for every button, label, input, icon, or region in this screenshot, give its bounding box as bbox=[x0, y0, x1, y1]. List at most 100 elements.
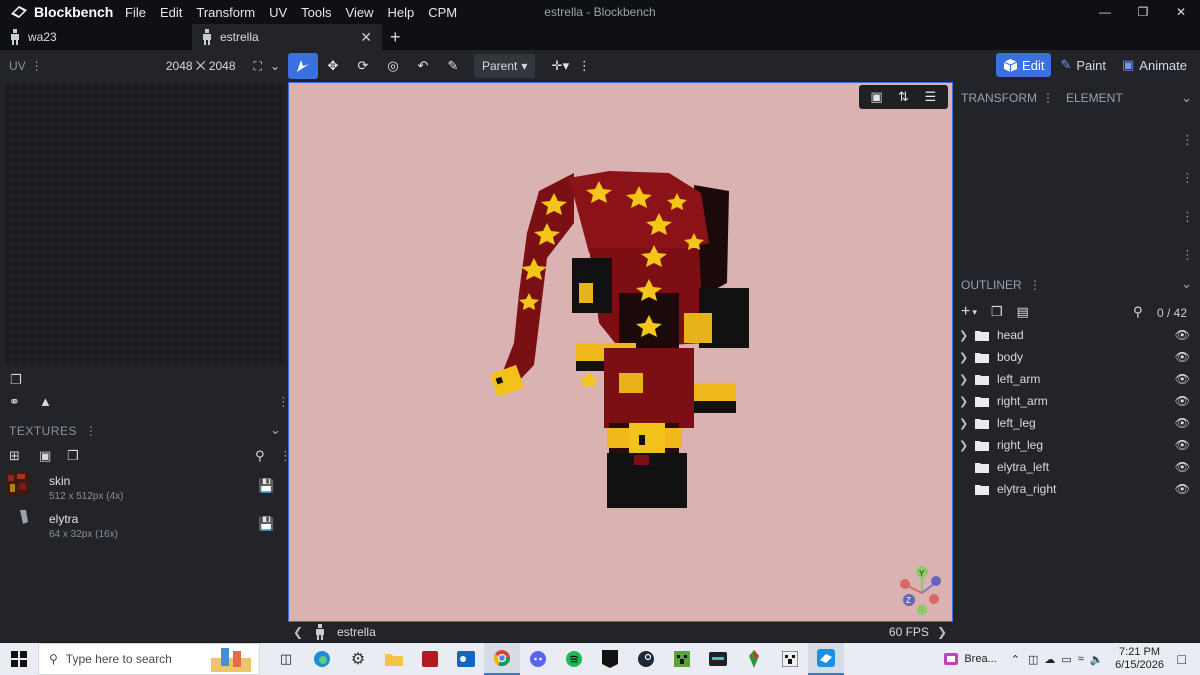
close-tab-icon[interactable]: ✕ bbox=[360, 29, 372, 46]
align-tool-button[interactable]: ✛▾ bbox=[543, 53, 577, 79]
chrome-icon[interactable] bbox=[484, 643, 520, 675]
texture-folder-icon[interactable]: ❒ bbox=[67, 448, 79, 464]
notifications-icon[interactable]: □ bbox=[1178, 651, 1186, 667]
eye-icon[interactable]: 👁 bbox=[1175, 350, 1190, 364]
terminal-app-icon[interactable] bbox=[700, 643, 736, 675]
panel-menu-icon[interactable]: ⋮ bbox=[1181, 132, 1194, 148]
task-view-icon[interactable]: ◫ bbox=[268, 643, 304, 675]
search-icon[interactable]: ⚲ bbox=[255, 448, 265, 464]
chevron-right-icon[interactable]: ❯ bbox=[937, 625, 947, 639]
vertex-snap-tool-button[interactable] bbox=[288, 53, 318, 79]
outliner-group-elytra-left[interactable]: elytra_left 👁 bbox=[953, 456, 1200, 478]
tab-element[interactable]: ELEMENT bbox=[1066, 91, 1123, 105]
outliner-menu-icon[interactable]: ⋮ bbox=[1029, 278, 1041, 292]
collapse-chevron-icon[interactable]: ⌄ bbox=[1181, 90, 1192, 106]
menu-tools[interactable]: Tools bbox=[294, 5, 338, 20]
import-texture-icon[interactable]: ▣ bbox=[39, 448, 51, 464]
tab-wa23[interactable]: wa23 bbox=[0, 24, 192, 50]
add-group-icon[interactable]: ❒ bbox=[991, 304, 1003, 320]
vertex-tool-button[interactable]: ↶ bbox=[408, 53, 438, 79]
edge-icon[interactable] bbox=[304, 643, 340, 675]
eye-icon[interactable]: 👁 bbox=[1175, 460, 1190, 474]
link-icon[interactable]: ⚭ bbox=[9, 394, 20, 410]
uv-menu-icon[interactable]: ⋮ bbox=[31, 59, 43, 73]
panel-menu-icon[interactable]: ⋮ bbox=[1181, 247, 1194, 263]
menu-view[interactable]: View bbox=[339, 5, 381, 20]
panel-menu-icon[interactable]: ⋮ bbox=[1181, 209, 1194, 225]
chevron-left-icon[interactable]: ❮ bbox=[293, 625, 303, 639]
clock[interactable]: 7:21 PM 6/15/2026 bbox=[1108, 646, 1172, 672]
file-explorer-icon[interactable] bbox=[376, 643, 412, 675]
outliner-group-right-arm[interactable]: ❯ right_arm 👁 bbox=[953, 390, 1200, 412]
mode-edit[interactable]: Edit bbox=[996, 53, 1052, 77]
chevron-right-icon[interactable]: ❯ bbox=[959, 329, 975, 342]
texture-item[interactable]: skin 512 x 512px (4x) 💾 bbox=[0, 470, 288, 508]
eye-icon[interactable]: 👁 bbox=[1175, 328, 1190, 342]
transform-menu-icon[interactable]: ⋮ bbox=[1042, 91, 1054, 105]
caret-down-icon[interactable]: ▾ bbox=[972, 307, 977, 318]
discord-icon[interactable] bbox=[520, 643, 556, 675]
minecraft-launcher-icon[interactable] bbox=[664, 643, 700, 675]
volume-icon[interactable]: 🔈 bbox=[1090, 653, 1104, 666]
collapse-chevron-icon[interactable]: ⌄ bbox=[1181, 276, 1192, 292]
tab-estrella[interactable]: estrella ✕ bbox=[192, 24, 382, 50]
copy-icon[interactable]: ❐ bbox=[10, 372, 22, 388]
fullscreen-icon[interactable]: ⛶ bbox=[254, 59, 262, 74]
cloud-icon[interactable]: ☁ bbox=[1044, 653, 1055, 666]
outliner-group-head[interactable]: ❯ head 👁 bbox=[953, 324, 1200, 346]
red-app-icon[interactable] bbox=[412, 643, 448, 675]
pivot-tool-button[interactable]: ◎ bbox=[378, 53, 408, 79]
mode-paint[interactable]: ✎ Paint bbox=[1053, 53, 1113, 77]
eye-icon[interactable]: 👁 bbox=[1175, 482, 1190, 496]
creeper-icon[interactable] bbox=[772, 643, 808, 675]
close-window-icon[interactable]: ✕ bbox=[1162, 0, 1200, 24]
blockbench-taskbar-icon[interactable] bbox=[808, 643, 844, 675]
news-widget-icon[interactable] bbox=[942, 651, 960, 667]
texture-item[interactable]: elytra 64 x 32px (16x) 💾 bbox=[0, 508, 288, 546]
chevron-right-icon[interactable]: ❯ bbox=[959, 351, 975, 364]
rotate-tool-button[interactable]: ⟳ bbox=[348, 53, 378, 79]
brush-tool-button[interactable]: ✎ bbox=[438, 53, 468, 79]
add-texture-icon[interactable]: ⊞ bbox=[9, 448, 20, 464]
mirror-icon[interactable]: ▲ bbox=[39, 394, 52, 409]
search-icon[interactable]: ⚲ bbox=[1133, 304, 1143, 320]
wifi-icon[interactable]: ≈ bbox=[1078, 653, 1084, 665]
pivot-space-dropdown[interactable]: Parent ▾ bbox=[474, 54, 536, 78]
menu-help[interactable]: Help bbox=[380, 5, 421, 20]
menu-transform[interactable]: Transform bbox=[189, 5, 262, 20]
outlook-icon[interactable] bbox=[448, 643, 484, 675]
green-app-icon[interactable] bbox=[736, 643, 772, 675]
move-tool-button[interactable]: ✥ bbox=[318, 53, 348, 79]
spotify-icon[interactable] bbox=[556, 643, 592, 675]
save-icon[interactable]: 💾 bbox=[258, 516, 274, 532]
menu-uv[interactable]: UV bbox=[262, 5, 294, 20]
active-app-label[interactable]: Brea... bbox=[964, 653, 996, 665]
outliner-group-body[interactable]: ❯ body 👁 bbox=[953, 346, 1200, 368]
chevron-right-icon[interactable]: ❯ bbox=[959, 439, 975, 452]
mode-animate[interactable]: ▣ Animate bbox=[1115, 53, 1194, 77]
save-icon[interactable]: 💾 bbox=[258, 478, 274, 494]
menu-file[interactable]: File bbox=[118, 5, 153, 20]
settings-gear-icon[interactable]: ⚙ bbox=[340, 643, 376, 675]
collapse-chevron-icon[interactable]: ⌄ bbox=[270, 422, 281, 438]
eye-icon[interactable]: 👁 bbox=[1175, 394, 1190, 408]
textures-menu-icon[interactable]: ⋮ bbox=[85, 424, 98, 438]
eye-icon[interactable]: 👁 bbox=[1175, 416, 1190, 430]
tab-transform[interactable]: TRANSFORM bbox=[961, 91, 1037, 105]
taskbar-search-box[interactable]: ⚲ Type here to search bbox=[38, 643, 260, 675]
chevron-right-icon[interactable]: ❯ bbox=[959, 373, 975, 386]
chevron-right-icon[interactable]: ❯ bbox=[959, 395, 975, 408]
outliner-group-left-leg[interactable]: ❯ left_leg 👁 bbox=[953, 412, 1200, 434]
menu-edit[interactable]: Edit bbox=[153, 5, 189, 20]
chevron-right-icon[interactable]: ❯ bbox=[959, 417, 975, 430]
eye-icon[interactable]: 👁 bbox=[1175, 372, 1190, 386]
chevron-up-icon[interactable]: ⌃ bbox=[1011, 653, 1020, 666]
orientation-gizmo[interactable]: Y Z bbox=[900, 566, 941, 615]
panel-menu-icon[interactable]: ⋮ bbox=[1181, 170, 1194, 186]
3d-viewport[interactable]: ▣ ⇅ ☰ Y Z bbox=[288, 82, 953, 622]
new-tab-icon[interactable]: + bbox=[382, 24, 409, 50]
outliner-group-elytra-right[interactable]: elytra_right 👁 bbox=[953, 478, 1200, 500]
outliner-group-left-arm[interactable]: ❯ left_arm 👁 bbox=[953, 368, 1200, 390]
minimize-icon[interactable]: — bbox=[1086, 0, 1124, 24]
add-element-icon[interactable]: + bbox=[961, 303, 970, 321]
